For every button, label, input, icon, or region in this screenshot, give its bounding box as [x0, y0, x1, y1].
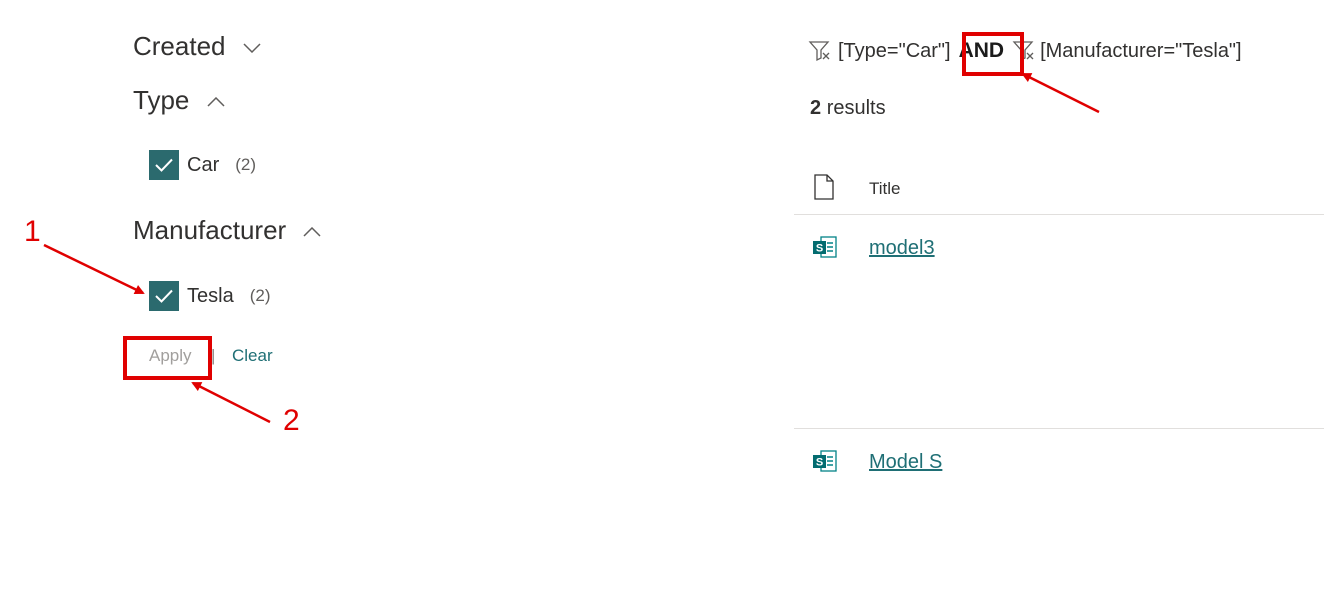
- filter-manufacturer-tesla: [Manufacturer="Tesla"]: [1040, 39, 1242, 62]
- annotation-arrows: [43, 72, 1100, 424]
- arrow-to-and-operator: [1021, 72, 1100, 114]
- result-link-model-s[interactable]: Model S: [869, 451, 942, 474]
- result-link-model3[interactable]: model3: [869, 237, 935, 260]
- arrow-to-tesla-checkbox: [43, 243, 145, 295]
- arrow-to-apply-button: [191, 381, 271, 424]
- svg-text:S: S: [816, 243, 823, 255]
- svg-text:S: S: [816, 457, 823, 469]
- results-count-suffix: results: [826, 97, 886, 119]
- header-divider: [794, 214, 1324, 215]
- sharepoint-page-icon: S: [813, 236, 837, 258]
- filter-clear-icon[interactable]: [808, 40, 832, 62]
- sharepoint-page-icon: S: [813, 450, 837, 472]
- row-divider: [794, 428, 1324, 429]
- document-icon: [814, 174, 834, 200]
- query-filter-bar: [Type="Car"] AND [Manufacturer="Tesla"]: [808, 39, 1242, 63]
- results-count: 2 results: [810, 97, 886, 120]
- column-header-title[interactable]: Title: [869, 179, 901, 199]
- results-count-number: 2: [810, 97, 822, 119]
- filter-type-car: [Type="Car"]: [838, 39, 951, 62]
- highlight-box-and: [962, 32, 1024, 76]
